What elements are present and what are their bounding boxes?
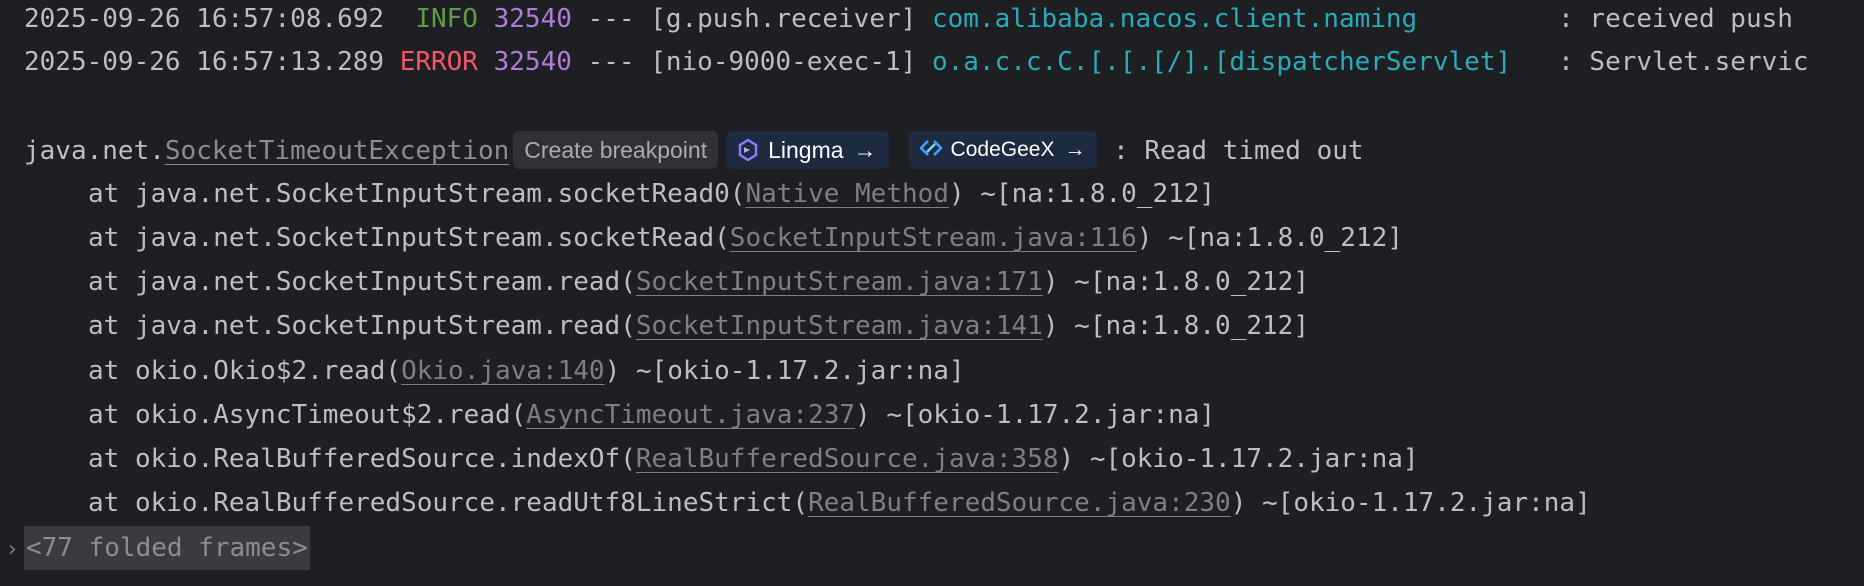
stack-frame: at okio.RealBufferedSource.indexOf(RealB… [88, 437, 1419, 481]
log-timestamp: 2025-09-26 16:57:08.692 [24, 4, 385, 34]
arrow-right-icon: → [853, 136, 877, 163]
folded-frames-row[interactable]: › <77 folded frames> [0, 526, 310, 570]
frame-source-link[interactable]: RealBufferedSource.java:230 [808, 488, 1231, 518]
frame-method: at okio.AsyncTimeout$2.read( [88, 400, 527, 430]
stack-frame: at java.net.SocketInputStream.socketRead… [88, 172, 1215, 216]
log-logger: com.alibaba.nacos.client.naming [931, 4, 1418, 34]
chevron-right-icon[interactable]: › [0, 528, 24, 572]
log-thread: [nio-9000-exec-1] [650, 47, 917, 77]
log-separator: --- [587, 47, 635, 77]
frame-method: at okio.Okio$2.read( [88, 356, 402, 386]
lingma-label: Lingma [768, 136, 844, 163]
frame-method: at java.net.SocketInputStream.read( [88, 311, 636, 341]
log-level-info: INFO [399, 4, 478, 34]
log-line-info: 2025-09-26 16:57:08.692 INFO 32540 --- [… [24, 0, 1793, 41]
frame-jar: ) ~[na:1.8.0_212] [948, 179, 1216, 209]
exception-class-link[interactable]: SocketTimeoutException [165, 136, 509, 166]
lingma-icon [738, 138, 758, 162]
log-message: : received push [1558, 4, 1793, 34]
frame-method: at java.net.SocketInputStream.socketRead… [88, 223, 730, 253]
create-breakpoint-hint[interactable]: Create breakpoint [513, 130, 719, 169]
frame-source-link[interactable]: SocketInputStream.java:171 [636, 267, 1043, 297]
arrow-right-icon: → [1064, 137, 1086, 161]
stack-frame: at okio.AsyncTimeout$2.read(AsyncTimeout… [88, 393, 1215, 437]
frame-jar: ) ~[okio-1.17.2.jar:na] [1058, 444, 1419, 474]
exception-package: java.net. [24, 136, 165, 166]
frame-source-link[interactable]: SocketInputStream.java:141 [636, 311, 1043, 341]
log-pid: 32540 [493, 47, 572, 77]
log-timestamp: 2025-09-26 16:57:13.289 [24, 47, 385, 77]
frame-method: at okio.RealBufferedSource.readUtf8LineS… [88, 488, 809, 518]
log-message: : Servlet.servic [1558, 47, 1809, 77]
log-line-error: 2025-09-26 16:57:13.289 ERROR 32540 --- … [24, 40, 1809, 84]
log-pid: 32540 [493, 4, 572, 34]
lingma-button[interactable]: Lingma → [726, 130, 889, 169]
codegeex-label: CodeGeeX [950, 137, 1055, 161]
frame-source-link[interactable]: RealBufferedSource.java:358 [636, 444, 1059, 474]
frame-method: at java.net.SocketInputStream.read( [88, 267, 636, 297]
log-thread: [g.push.receiver] [650, 4, 917, 34]
frame-method: at java.net.SocketInputStream.socketRead… [88, 179, 746, 209]
frame-jar: ) ~[okio-1.17.2.jar:na] [855, 400, 1216, 430]
log-logger-pad [1417, 4, 1558, 34]
frame-source-link[interactable]: SocketInputStream.java:116 [730, 223, 1137, 253]
log-level-error: ERROR [399, 47, 478, 77]
codegeex-button[interactable]: CodeGeeX → [908, 130, 1098, 169]
exception-message: : Read timed out [1097, 136, 1364, 166]
frame-jar: ) ~[na:1.8.0_212] [1042, 311, 1309, 341]
frame-jar: ) ~[na:1.8.0_212] [1042, 267, 1309, 297]
frame-jar: ) ~[okio-1.17.2.jar:na] [1230, 488, 1591, 518]
frame-jar: ) ~[na:1.8.0_212] [1136, 223, 1403, 253]
stack-frame: at java.net.SocketInputStream.read(Socke… [88, 260, 1309, 304]
frame-source-link[interactable]: Okio.java:140 [401, 356, 605, 386]
console-output: 2025-09-26 16:57:08.692 INFO 32540 --- [… [0, 0, 1864, 586]
codegeex-icon [919, 140, 942, 157]
exception-line: java.net.SocketTimeoutException Create br… [24, 129, 1364, 173]
log-logger: o.a.c.c.C.[.[.[/].[dispatcherServlet] [931, 47, 1512, 77]
log-logger-pad [1511, 47, 1558, 77]
frame-source-link[interactable]: Native Method [745, 179, 949, 209]
frame-source-link[interactable]: AsyncTimeout.java:237 [526, 400, 855, 430]
stack-frame: at okio.RealBufferedSource.readUtf8LineS… [88, 481, 1591, 525]
stack-frame: at java.net.SocketInputStream.read(Socke… [88, 304, 1309, 348]
stack-frame: at java.net.SocketInputStream.socketRead… [88, 216, 1403, 260]
folded-frames-label[interactable]: <77 folded frames> [24, 526, 310, 570]
log-separator: --- [587, 4, 635, 34]
stack-frame: at okio.Okio$2.read(Okio.java:140) ~[oki… [88, 349, 965, 393]
frame-jar: ) ~[okio-1.17.2.jar:na] [604, 356, 965, 386]
frame-method: at okio.RealBufferedSource.indexOf( [88, 444, 636, 474]
